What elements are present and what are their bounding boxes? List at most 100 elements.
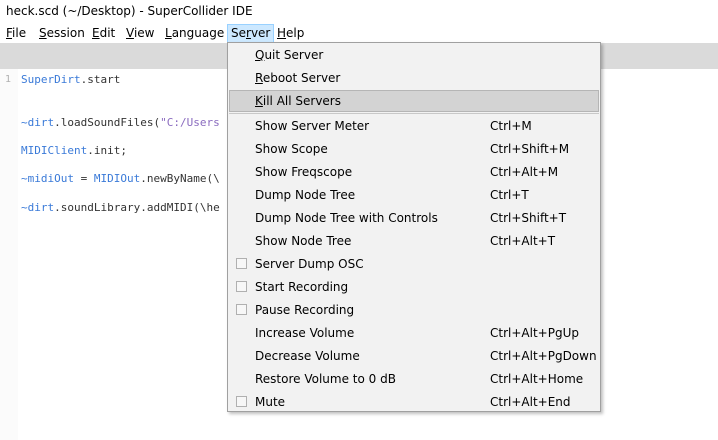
label-text: Se	[231, 26, 246, 40]
code-token: ~midiOut	[21, 172, 74, 185]
label-text: Server Dump OSC	[255, 257, 364, 271]
code-token: .newByName(\	[140, 172, 220, 185]
code-line: MIDIClient.init;	[21, 144, 127, 157]
server-menu-dropdown: Quit Server Reboot Server Kill All Servers…	[227, 42, 601, 412]
menu-item-kill-all-servers[interactable]: Kill All Servers	[229, 90, 599, 112]
shortcut-label: Ctrl+Alt+PgDown	[490, 349, 597, 363]
code-token: .init;	[87, 144, 127, 157]
window-title: heck.scd (~/Desktop) - SuperCollider IDE	[6, 4, 253, 18]
code-token: .loadSoundFiles(	[54, 116, 161, 129]
shortcut-label: Ctrl+Alt+PgUp	[490, 326, 579, 340]
menu-item-reboot-server[interactable]: Reboot Server	[229, 67, 599, 89]
mnemonic-letter: L	[165, 26, 172, 40]
menu-item-label: Show Server Meter	[255, 115, 369, 137]
menu-item-label: Dump Node Tree	[255, 184, 355, 206]
menu-session[interactable]: Session	[36, 24, 88, 43]
shortcut-label: Ctrl+T	[490, 188, 529, 202]
menu-item-show-server-meter[interactable]: Show Server Meter Ctrl+M	[229, 115, 599, 137]
shortcut-label: Ctrl+Alt+Home	[490, 372, 584, 386]
label-text: ill All Servers	[262, 94, 341, 108]
mnemonic-letter: K	[255, 94, 263, 108]
menu-server[interactable]: Server	[227, 24, 275, 43]
checkbox[interactable]	[236, 281, 247, 292]
line-number-gutter	[0, 69, 18, 440]
code-line: ~midiOut = MIDIOut.newByName(\	[21, 172, 220, 185]
mnemonic-letter: R	[255, 71, 263, 85]
label-text: Mute	[255, 395, 286, 409]
menu-item-label: Dump Node Tree with Controls	[255, 207, 438, 229]
menu-item-label: Reboot Server	[255, 67, 340, 89]
menu-file[interactable]: File	[3, 24, 29, 43]
label-text: uit Server	[264, 48, 324, 62]
menu-item-label: Quit Server	[255, 44, 323, 66]
label-text: iew	[133, 26, 155, 40]
label-text: Show Scope	[255, 142, 328, 156]
menu-edit[interactable]: Edit	[89, 24, 118, 43]
label-text: Pause Recording	[255, 303, 355, 317]
code-token: "C:/Users	[160, 116, 220, 129]
code-token: ~dirt	[21, 116, 55, 129]
checkbox[interactable]	[236, 396, 247, 407]
label-text: ession	[46, 26, 85, 40]
menu-item-label: Server Dump OSC	[255, 253, 364, 275]
code-line: SuperDirt.start	[21, 73, 120, 86]
code-token: ~dirt	[21, 201, 55, 214]
menu-item-show-freqscope[interactable]: Show Freqscope Ctrl+Alt+M	[229, 161, 599, 183]
code-token: SuperDirt	[21, 73, 81, 86]
menu-item-label: Start Recording	[255, 276, 348, 298]
menu-item-restore-volume[interactable]: Restore Volume to 0 dB Ctrl+Alt+Home	[229, 368, 599, 390]
mnemonic-letter: H	[277, 26, 287, 40]
label-text: Restore Volume to 0 dB	[255, 372, 396, 386]
label-text: elp	[286, 26, 305, 40]
label-text: ver	[250, 26, 271, 40]
menu-item-quit-server[interactable]: Quit Server	[229, 44, 599, 66]
menu-item-label: Mute	[255, 391, 285, 413]
menu-item-dump-node-tree[interactable]: Dump Node Tree Ctrl+T	[229, 184, 599, 206]
menu-item-label: Show Scope	[255, 138, 328, 160]
menu-item-dump-node-tree-with-controls[interactable]: Dump Node Tree with Controls Ctrl+Shift+T	[229, 207, 599, 229]
label-text: Show Node Tree	[255, 234, 352, 248]
label-text: Start Recording	[255, 280, 349, 294]
code-token: MIDIClient	[21, 144, 88, 157]
menu-item-label: Kill All Servers	[255, 91, 341, 111]
label-text: Decrease Volume	[255, 349, 360, 363]
title-bar: heck.scd (~/Desktop) - SuperCollider IDE	[0, 0, 718, 24]
menu-item-increase-volume[interactable]: Increase Volume Ctrl+Alt+PgUp	[229, 322, 599, 344]
mnemonic-letter: E	[92, 26, 100, 40]
menu-item-mute[interactable]: Mute Ctrl+Alt+End	[229, 391, 599, 413]
label-text: ile	[12, 26, 27, 40]
label-text: eboot Server	[262, 71, 341, 85]
label-text: dit	[99, 26, 116, 40]
shortcut-label: Ctrl+Shift+T	[490, 211, 567, 225]
menu-item-label: Show Node Tree	[255, 230, 351, 252]
menu-help[interactable]: Help	[274, 24, 307, 43]
code-line: ~dirt.loadSoundFiles("C:/Users	[21, 116, 220, 129]
shortcut-label: Ctrl+Alt+M	[490, 165, 559, 179]
menu-view[interactable]: View	[123, 24, 157, 43]
label-text: Show Server Meter	[255, 119, 370, 133]
code-token: .start	[80, 73, 121, 86]
code-token: .soundLibrary.addMIDI(\he	[54, 201, 220, 214]
menu-language[interactable]: Language	[162, 24, 227, 43]
shortcut-label: Ctrl+Shift+M	[490, 142, 570, 156]
menu-item-show-scope[interactable]: Show Scope Ctrl+Shift+M	[229, 138, 599, 160]
label-text: Dump Node Tree with Controls	[255, 211, 438, 225]
menu-item-label: Decrease Volume	[255, 345, 360, 367]
menu-item-show-node-tree[interactable]: Show Node Tree Ctrl+Alt+T	[229, 230, 599, 252]
menu-bar: File Session Edit View Language Server Help	[0, 24, 718, 43]
menu-item-label: Increase Volume	[255, 322, 354, 344]
menu-item-decrease-volume[interactable]: Decrease Volume Ctrl+Alt+PgDown	[229, 345, 599, 367]
checkbox[interactable]	[236, 304, 247, 315]
label-text: Show Freqscope	[255, 165, 353, 179]
checkbox[interactable]	[236, 258, 247, 269]
shortcut-label: Ctrl+M	[490, 119, 532, 133]
code-line: ~dirt.soundLibrary.addMIDI(\he	[21, 201, 220, 214]
menu-item-pause-recording[interactable]: Pause Recording	[229, 299, 599, 321]
menu-item-label: Show Freqscope	[255, 161, 352, 183]
label-text: anguage	[171, 26, 225, 40]
menu-item-server-dump-osc[interactable]: Server Dump OSC	[229, 253, 599, 275]
menu-item-label: Pause Recording	[255, 299, 354, 321]
code-token: =	[73, 172, 94, 185]
menu-item-start-recording[interactable]: Start Recording	[229, 276, 599, 298]
mnemonic-letter: S	[39, 26, 47, 40]
